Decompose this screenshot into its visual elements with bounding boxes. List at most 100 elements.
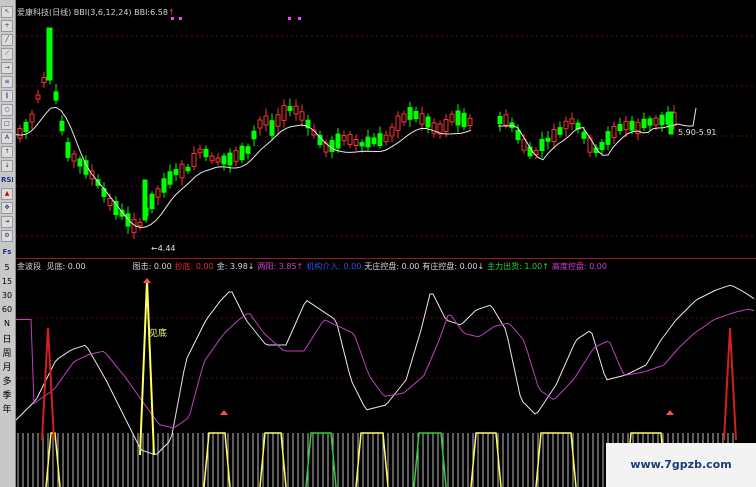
signal-trapezoid [305,432,337,487]
legend-item: 机构介入: 0.00 [306,262,362,271]
candle-body [545,137,551,142]
legend-item: 金: 3.98↓ [216,262,255,271]
candle-body [377,133,383,146]
candle-body [137,221,143,227]
price-range-label: 5.90-5.91 [678,128,717,137]
candle-body [539,138,545,152]
chart-title-bar: 爱康科技(日线) BBI(3,6,12,24) BBI:6.58↑ [17,7,175,18]
candle-body [461,112,467,128]
circle-tool-icon[interactable]: ○ [1,104,13,116]
candle-body [497,115,503,125]
candle-body [251,130,257,140]
fs-button[interactable]: Fs [1,246,13,258]
signal-trapezoid [535,432,577,487]
stock-name: 爱康科技(日线) [17,8,72,17]
trend-tool-icon[interactable]: ⟋ [1,48,13,60]
candle-body [563,120,569,130]
candle-body [449,113,455,123]
signal-markers [171,17,301,20]
fib-tool-icon[interactable]: ≡ [1,76,13,88]
line-tool-icon[interactable]: ╱ [1,34,13,46]
candle-body [46,27,53,81]
bottom-signal-spike [139,279,155,456]
signal-trapezoid [413,432,447,487]
candle-body [629,120,635,131]
legend-item: 见底: 0.00 [46,262,86,271]
candle-body [35,94,41,100]
candle-body [647,118,653,126]
candle-body [503,114,509,126]
oscillator-white-line [16,284,755,455]
channel-tool-icon[interactable]: ∥ [1,90,13,102]
period-day-button[interactable]: 日 [1,334,13,346]
candle-body [611,125,617,139]
candle-body [142,179,148,221]
candle-body [623,120,629,131]
rsi-button[interactable]: RSI [1,174,13,186]
candle-body [71,153,77,162]
candle-body [365,136,371,148]
candle-body [617,123,623,132]
candle-body [179,163,185,179]
chart-canvas[interactable] [16,0,756,487]
low-price-label: ←4.44 [151,244,176,253]
candle-body [161,178,167,193]
arrow-up-tool-icon[interactable]: ↑ [1,146,13,158]
candle-body [287,106,293,111]
move-tool-icon[interactable]: ✥ [1,202,13,214]
candle-body [155,188,161,198]
candle-body [263,115,269,126]
bottom-signal-label: 见底 [149,329,168,339]
indicator-axis-tick: 5 [4,263,10,272]
candle-body [425,116,431,128]
candle-body [239,145,245,161]
period-month-button[interactable]: 月 [1,362,13,374]
rect-tool-icon[interactable]: □ [1,118,13,130]
candle-body [401,113,407,123]
period-quarter-button[interactable]: 季 [1,390,13,402]
candle-body [149,193,155,210]
candle-body [659,114,665,126]
bbi-arrow: ↑ [167,8,175,17]
candle-body [275,114,281,127]
candle-body [233,150,239,162]
cursor-tool-icon[interactable]: ↖ [1,6,13,18]
indicator-axis-tick: N [4,319,10,328]
candle-body [281,105,287,121]
ray-tool-icon[interactable]: → [1,62,13,74]
candlestick-series [17,27,677,239]
candle-body [605,131,611,145]
candle-body [347,134,353,145]
period-multi-button[interactable]: 多 [1,376,13,388]
period-year-button[interactable]: 年 [1,404,13,416]
period-week-button[interactable]: 周 [1,348,13,360]
candle-body [557,127,563,135]
candle-body [389,126,395,137]
candle-body [419,113,425,125]
signal-marker [179,17,182,20]
indicator-axis-tick: 15 [1,277,13,286]
candle-body [341,134,347,142]
candle-body [59,120,65,132]
export-tool-icon[interactable]: ⇥ [1,216,13,228]
candle-body [185,166,191,172]
text-tool-icon[interactable]: A [1,132,13,144]
legend-item: 两阳: 3.85↑ [257,262,304,271]
indicator-axis-tick: 60 [1,305,13,314]
settings-tool-icon[interactable]: ⚙ [1,230,13,242]
candle-body [668,111,674,135]
arrow-down-tool-icon[interactable]: ↓ [1,160,13,172]
candle-body [65,142,71,158]
candle-body [467,117,473,127]
red-signal-spikes [41,327,737,441]
candle-body [227,152,233,166]
up-arrow-icon [220,410,228,415]
candle-body [443,119,449,132]
flag-tool-icon[interactable]: ▲ [1,188,13,200]
candle-body [191,153,197,167]
oscillator-purple-line [16,308,755,429]
up-arrow-icon [143,278,151,283]
candle-body [245,146,251,154]
zoom-tool-icon[interactable]: + [1,20,13,32]
candle-body [41,77,47,83]
